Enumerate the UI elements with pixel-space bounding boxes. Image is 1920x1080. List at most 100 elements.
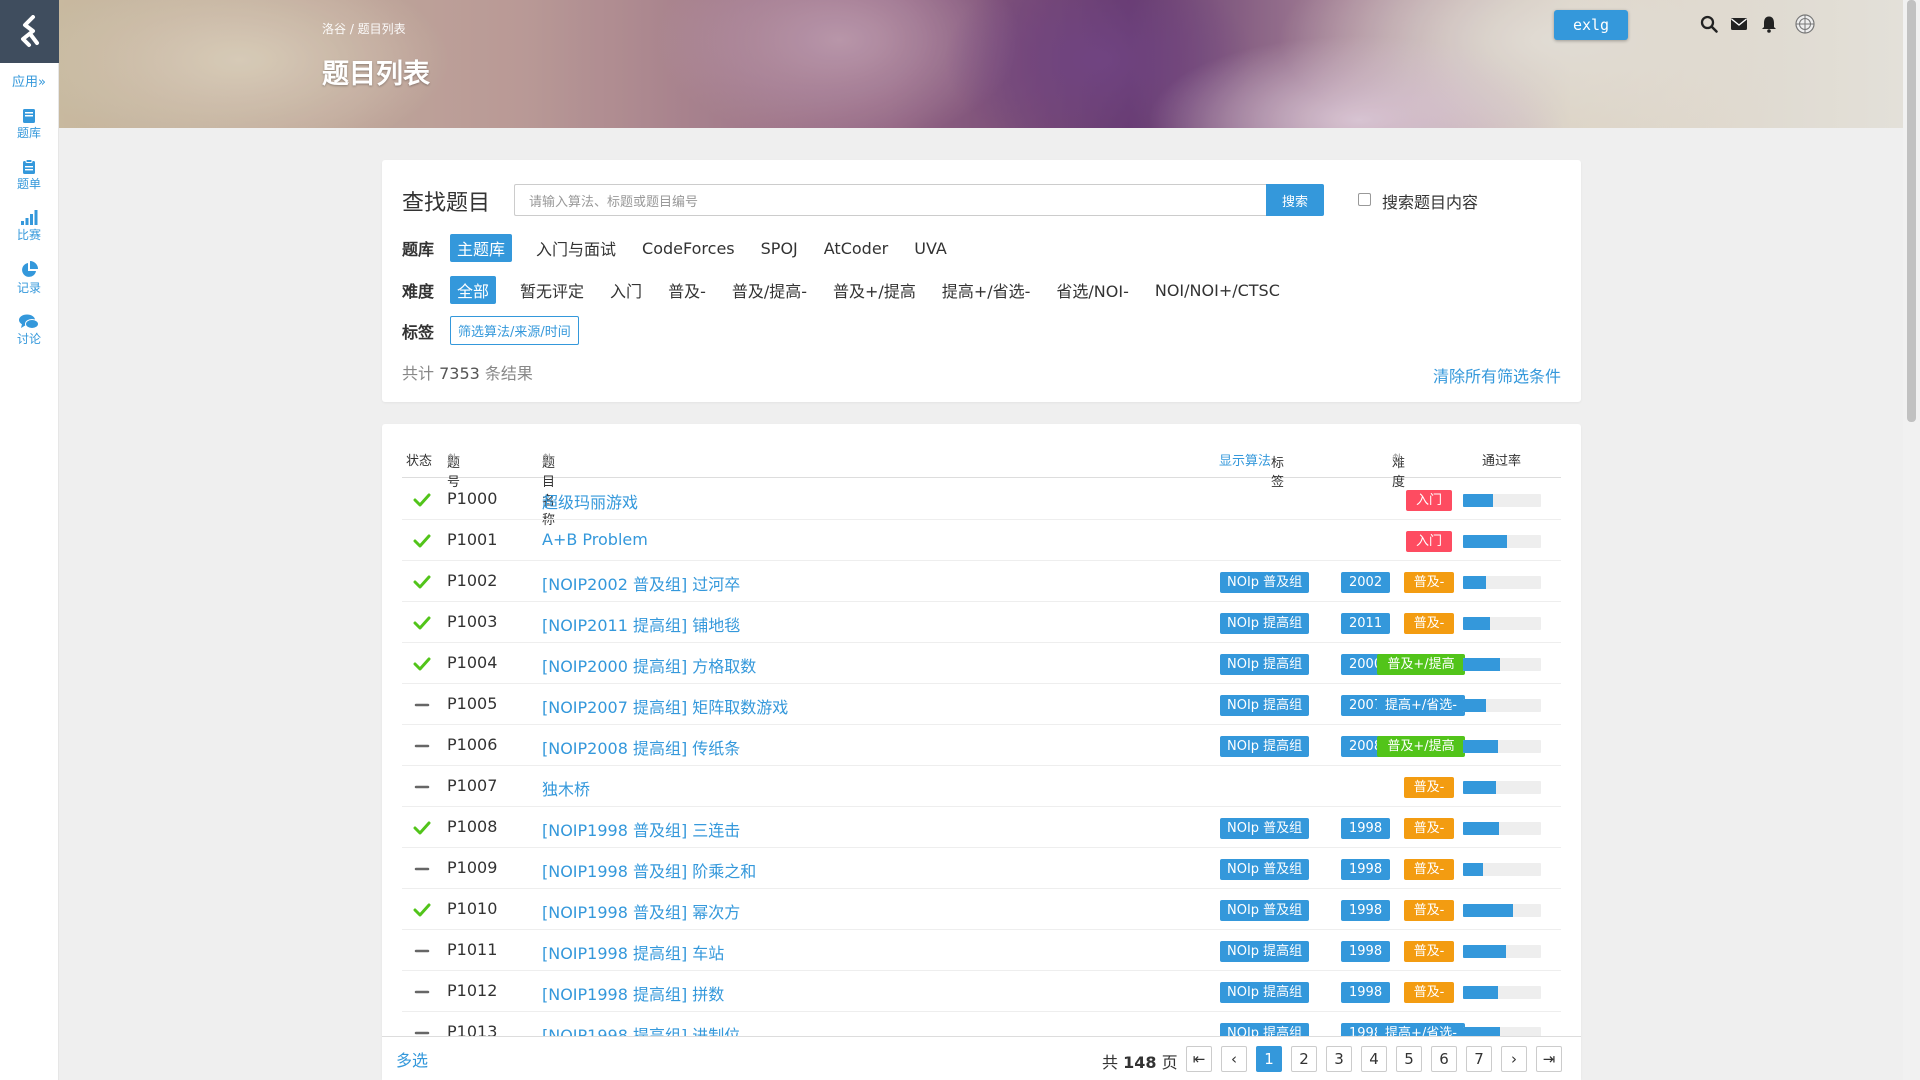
table-row[interactable]: P1011 [NOIP1998 提高组] 车站 NOIp 提高组 1998 普及- <box>402 930 1561 971</box>
problem-title-link[interactable]: [NOIP2008 提高组] 传纸条 <box>542 735 740 759</box>
problem-title-link[interactable]: 超级玛丽游戏 <box>542 489 638 513</box>
table-row[interactable]: P1004 [NOIP2000 提高组] 方格取数 NOIp 提高组 2000 普及+/… <box>402 643 1561 684</box>
problem-title-link[interactable]: [NOIP1998 普及组] 幂次方 <box>542 899 740 923</box>
page-button[interactable]: 5 <box>1396 1046 1422 1072</box>
difficulty-option[interactable]: 提高+/省选- <box>942 278 1031 302</box>
check-icon <box>413 534 431 548</box>
search-icon[interactable] <box>1700 15 1718 33</box>
table-row[interactable]: P1003 [NOIP2011 提高组] 铺地毯 NOIp 提高组 2011 普及- <box>402 602 1561 643</box>
clear-filters-link[interactable]: 清除所有筛选条件 <box>1433 363 1561 387</box>
bank-option[interactable]: 入门与面试 <box>536 236 616 260</box>
year-tag[interactable]: 1998 <box>1341 818 1391 839</box>
apps-toggle[interactable]: 应用» <box>0 71 58 90</box>
year-tag[interactable]: 2002 <box>1341 572 1391 593</box>
pass-rate-bar <box>1463 863 1541 876</box>
source-tag[interactable]: NOIp 普及组 <box>1220 818 1310 839</box>
year-tag[interactable]: 1998 <box>1341 859 1391 880</box>
problem-title-link[interactable]: 独木桥 <box>542 776 590 800</box>
problem-title-link[interactable]: [NOIP1998 提高组] 车站 <box>542 940 724 964</box>
problem-title-link[interactable]: [NOIP1998 普及组] 三连击 <box>542 817 740 841</box>
sidebar-item-training[interactable]: 题单 <box>0 159 58 192</box>
total-prefix: 共计 <box>402 364 435 383</box>
year-tag[interactable]: 2011 <box>1341 613 1391 634</box>
search-input[interactable]: 请输入算法、标题或题目编号 <box>514 184 1271 216</box>
bell-icon[interactable] <box>1760 15 1778 33</box>
first-page-icon[interactable]: ⇤ <box>1186 1046 1212 1072</box>
source-tag[interactable]: NOIp 普及组 <box>1220 572 1310 593</box>
pass-rate-bar <box>1463 904 1541 917</box>
problem-title-link[interactable]: [NOIP2007 提高组] 矩阵取数游戏 <box>542 694 788 718</box>
avatar[interactable] <box>1795 14 1815 34</box>
page-button[interactable]: 7 <box>1466 1046 1492 1072</box>
table-row[interactable]: P1005 [NOIP2007 提高组] 矩阵取数游戏 NOIp 提高组 2007 提高… <box>402 684 1561 725</box>
year-tag[interactable]: 1998 <box>1341 941 1391 962</box>
problem-title-link[interactable]: [NOIP1998 普及组] 阶乘之和 <box>542 858 756 882</box>
table-row[interactable]: P1012 [NOIP1998 提高组] 拼数 NOIp 提高组 1998 普及- <box>402 971 1561 1012</box>
table-row[interactable]: P1008 [NOIP1998 普及组] 三连击 NOIp 普及组 1998 普及- <box>402 807 1561 848</box>
sidebar-item-record[interactable]: 记录 <box>0 261 58 296</box>
source-tag[interactable]: NOIp 提高组 <box>1220 736 1310 757</box>
difficulty-option[interactable]: NOI/NOI+/CTSC <box>1155 281 1280 300</box>
sidebar-item-contest[interactable]: 比赛 <box>0 210 58 243</box>
bank-option[interactable]: UVA <box>914 239 947 258</box>
source-tag[interactable]: NOIp 普及组 <box>1220 859 1310 880</box>
table-row[interactable]: P1001 A+B Problem 入门 <box>402 520 1561 561</box>
search-content-checkbox[interactable] <box>1358 193 1371 206</box>
year-tag[interactable]: 1998 <box>1341 982 1391 1003</box>
difficulty-badge: 普及- <box>1404 982 1454 1003</box>
problem-title-link[interactable]: [NOIP2002 普及组] 过河卒 <box>542 571 740 595</box>
difficulty-option[interactable]: 普及- <box>668 278 706 302</box>
luogu-logo[interactable] <box>0 0 59 63</box>
tag-filter-button[interactable]: 筛选算法/来源/时间 <box>450 316 579 345</box>
search-content-label[interactable]: 搜索题目内容 <box>1382 189 1478 213</box>
difficulty-option[interactable]: 全部 <box>450 276 497 304</box>
difficulty-option[interactable]: 入门 <box>610 278 642 302</box>
difficulty-option[interactable]: 省选/NOI- <box>1056 278 1128 302</box>
source-tag[interactable]: NOIp 提高组 <box>1220 695 1310 716</box>
problem-title-link[interactable]: [NOIP2011 提高组] 铺地毯 <box>542 612 740 636</box>
difficulty-option[interactable]: 普及+/提高 <box>833 278 916 302</box>
bank-option[interactable]: SPOJ <box>761 239 798 258</box>
multi-select-link[interactable]: 多选 <box>396 1047 428 1071</box>
problem-title-link[interactable]: [NOIP1998 提高组] 拼数 <box>542 981 724 1005</box>
source-tag[interactable]: NOIp 提高组 <box>1220 982 1310 1003</box>
user-button[interactable]: exlg <box>1554 10 1628 40</box>
bank-option[interactable]: 主题库 <box>450 234 513 262</box>
page-button[interactable]: 1 <box>1256 1046 1282 1072</box>
sidebar-item-problems[interactable]: 题库 <box>0 108 58 141</box>
table-row[interactable]: P1002 [NOIP2002 普及组] 过河卒 NOIp 普及组 2002 普及- <box>402 561 1561 602</box>
page-scrollbar[interactable] <box>1903 0 1920 1080</box>
tags-header: 显示算法 标签 <box>1219 450 1284 490</box>
table-row[interactable]: P1007 独木桥 普及- <box>402 766 1561 807</box>
show-algorithm-link[interactable]: 显示算法 <box>1219 454 1271 469</box>
year-tag[interactable]: 1998 <box>1341 900 1391 921</box>
prev-page-icon[interactable]: ‹ <box>1221 1046 1247 1072</box>
sidebar-item-discuss[interactable]: 讨论 <box>0 314 58 347</box>
difficulty-option[interactable]: 普及/提高- <box>732 278 807 302</box>
bank-option[interactable]: AtCoder <box>824 239 888 258</box>
page-button[interactable]: 2 <box>1291 1046 1317 1072</box>
source-tag[interactable]: NOIp 提高组 <box>1220 941 1310 962</box>
last-page-icon[interactable]: ⇥ <box>1536 1046 1562 1072</box>
table-row[interactable]: P1000 超级玛丽游戏 入门 <box>402 479 1561 520</box>
source-tag[interactable]: NOIp 普及组 <box>1220 900 1310 921</box>
problem-title-link[interactable]: [NOIP2000 提高组] 方格取数 <box>542 653 756 677</box>
difficulty-option[interactable]: 暂无评定 <box>520 278 584 302</box>
scrollbar-thumb[interactable] <box>1907 0 1916 422</box>
next-page-icon[interactable]: › <box>1501 1046 1527 1072</box>
pass-rate-header: 通过率 <box>1482 454 1522 469</box>
page-button[interactable]: 3 <box>1326 1046 1352 1072</box>
breadcrumb[interactable]: 洛谷 / 题目列表 <box>322 20 406 37</box>
mail-icon[interactable] <box>1730 15 1748 33</box>
problem-title-link[interactable]: A+B Problem <box>542 530 648 549</box>
difficulty-badge: 普及- <box>1404 941 1454 962</box>
page-button[interactable]: 4 <box>1361 1046 1387 1072</box>
table-row[interactable]: P1009 [NOIP1998 普及组] 阶乘之和 NOIp 普及组 1998 普及- <box>402 848 1561 889</box>
table-row[interactable]: P1010 [NOIP1998 普及组] 幂次方 NOIp 普及组 1998 普及- <box>402 889 1561 930</box>
source-tag[interactable]: NOIp 提高组 <box>1220 654 1310 675</box>
search-button[interactable]: 搜索 <box>1266 184 1324 216</box>
source-tag[interactable]: NOIp 提高组 <box>1220 613 1310 634</box>
bank-option[interactable]: CodeForces <box>642 239 735 258</box>
page-button[interactable]: 6 <box>1431 1046 1457 1072</box>
table-row[interactable]: P1006 [NOIP2008 提高组] 传纸条 NOIp 提高组 2008 普及+/提… <box>402 725 1561 766</box>
